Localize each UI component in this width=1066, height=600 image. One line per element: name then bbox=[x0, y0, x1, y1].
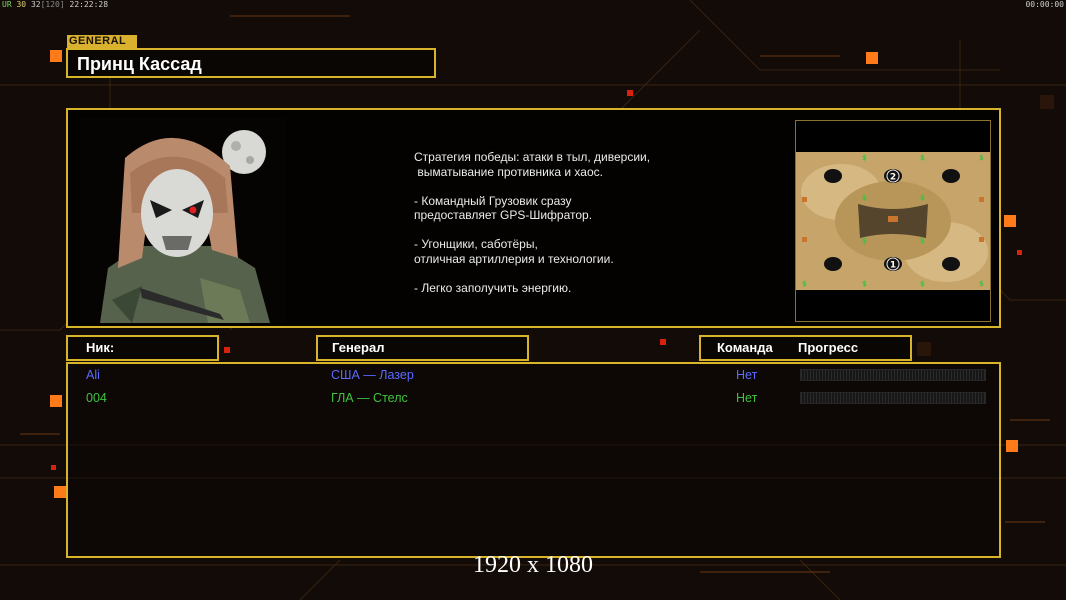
game-timer: 00:00:00 bbox=[1025, 0, 1064, 9]
desc-line bbox=[414, 179, 650, 194]
general-name: Принц Кассад bbox=[77, 54, 202, 74]
loading-progress-bar bbox=[800, 392, 986, 404]
player-row: 004 ГЛА — Стелс Нет bbox=[68, 388, 999, 408]
map-preview: $ $ $ $ $ $ $ $ $ $ $ 2 1 bbox=[795, 120, 991, 322]
start-position-label: 1 bbox=[890, 261, 896, 271]
player-team: Нет bbox=[736, 391, 758, 405]
desc-line: - Командный Грузовик сразу bbox=[414, 193, 572, 208]
player-general: ГЛА — Стелс bbox=[331, 391, 408, 405]
clock: 22:22:28 bbox=[69, 0, 109, 9]
desc-line: - Угонщики, саботёры, bbox=[414, 237, 538, 251]
resolution-label: 1920 x 1080 bbox=[473, 552, 593, 578]
general-title-box: Принц Кассад bbox=[66, 48, 436, 78]
general-description: Стратегия победы: атаки в тыл, диверсии,… bbox=[414, 150, 650, 295]
column-header-general: Генерал bbox=[316, 335, 529, 361]
start-position-label: 2 bbox=[890, 173, 896, 183]
debug-overlay: UR 30 32[120] 22:22:28 bbox=[2, 0, 108, 10]
loading-progress-bar bbox=[800, 369, 986, 381]
desc-line bbox=[414, 266, 650, 281]
player-team: Нет bbox=[736, 368, 758, 382]
player-nick: 004 bbox=[86, 391, 107, 405]
desc-line: - Легко заполучить энергию. bbox=[414, 280, 572, 295]
debug-label: UR bbox=[2, 0, 12, 9]
player-row: Ali США — Лазер Нет bbox=[68, 365, 999, 385]
portrait-icon bbox=[80, 118, 285, 323]
column-header-team: Команда bbox=[717, 340, 773, 355]
column-header-progress: Прогресс bbox=[798, 340, 859, 355]
player-general: США — Лазер bbox=[331, 368, 414, 382]
fps-cap: [120] bbox=[40, 0, 65, 9]
desc-line: выматывание противника и хаос. bbox=[414, 164, 603, 179]
desc-line bbox=[414, 223, 650, 238]
player-nick: Ali bbox=[86, 368, 100, 382]
desc-line: Стратегия победы: атаки в тыл, диверсии, bbox=[414, 150, 651, 164]
start-position-marker: 2 1 bbox=[886, 169, 900, 271]
desc-line: предоставляет GPS-Шифратор. bbox=[414, 208, 593, 222]
general-tag: GENERAL bbox=[67, 35, 137, 48]
column-header-nick: Ник: bbox=[66, 335, 219, 361]
players-list: Ali США — Лазер Нет 004 ГЛА — Стелс Нет bbox=[66, 362, 1001, 558]
debug-value: 32 bbox=[30, 0, 41, 9]
column-header-team-progress: Команда Прогресс bbox=[699, 335, 912, 361]
desc-line: отличная артиллерия и технологии. bbox=[414, 251, 614, 266]
general-info-panel: Стратегия победы: атаки в тыл, диверсии,… bbox=[66, 108, 1001, 328]
fps-value: 30 bbox=[16, 0, 27, 9]
